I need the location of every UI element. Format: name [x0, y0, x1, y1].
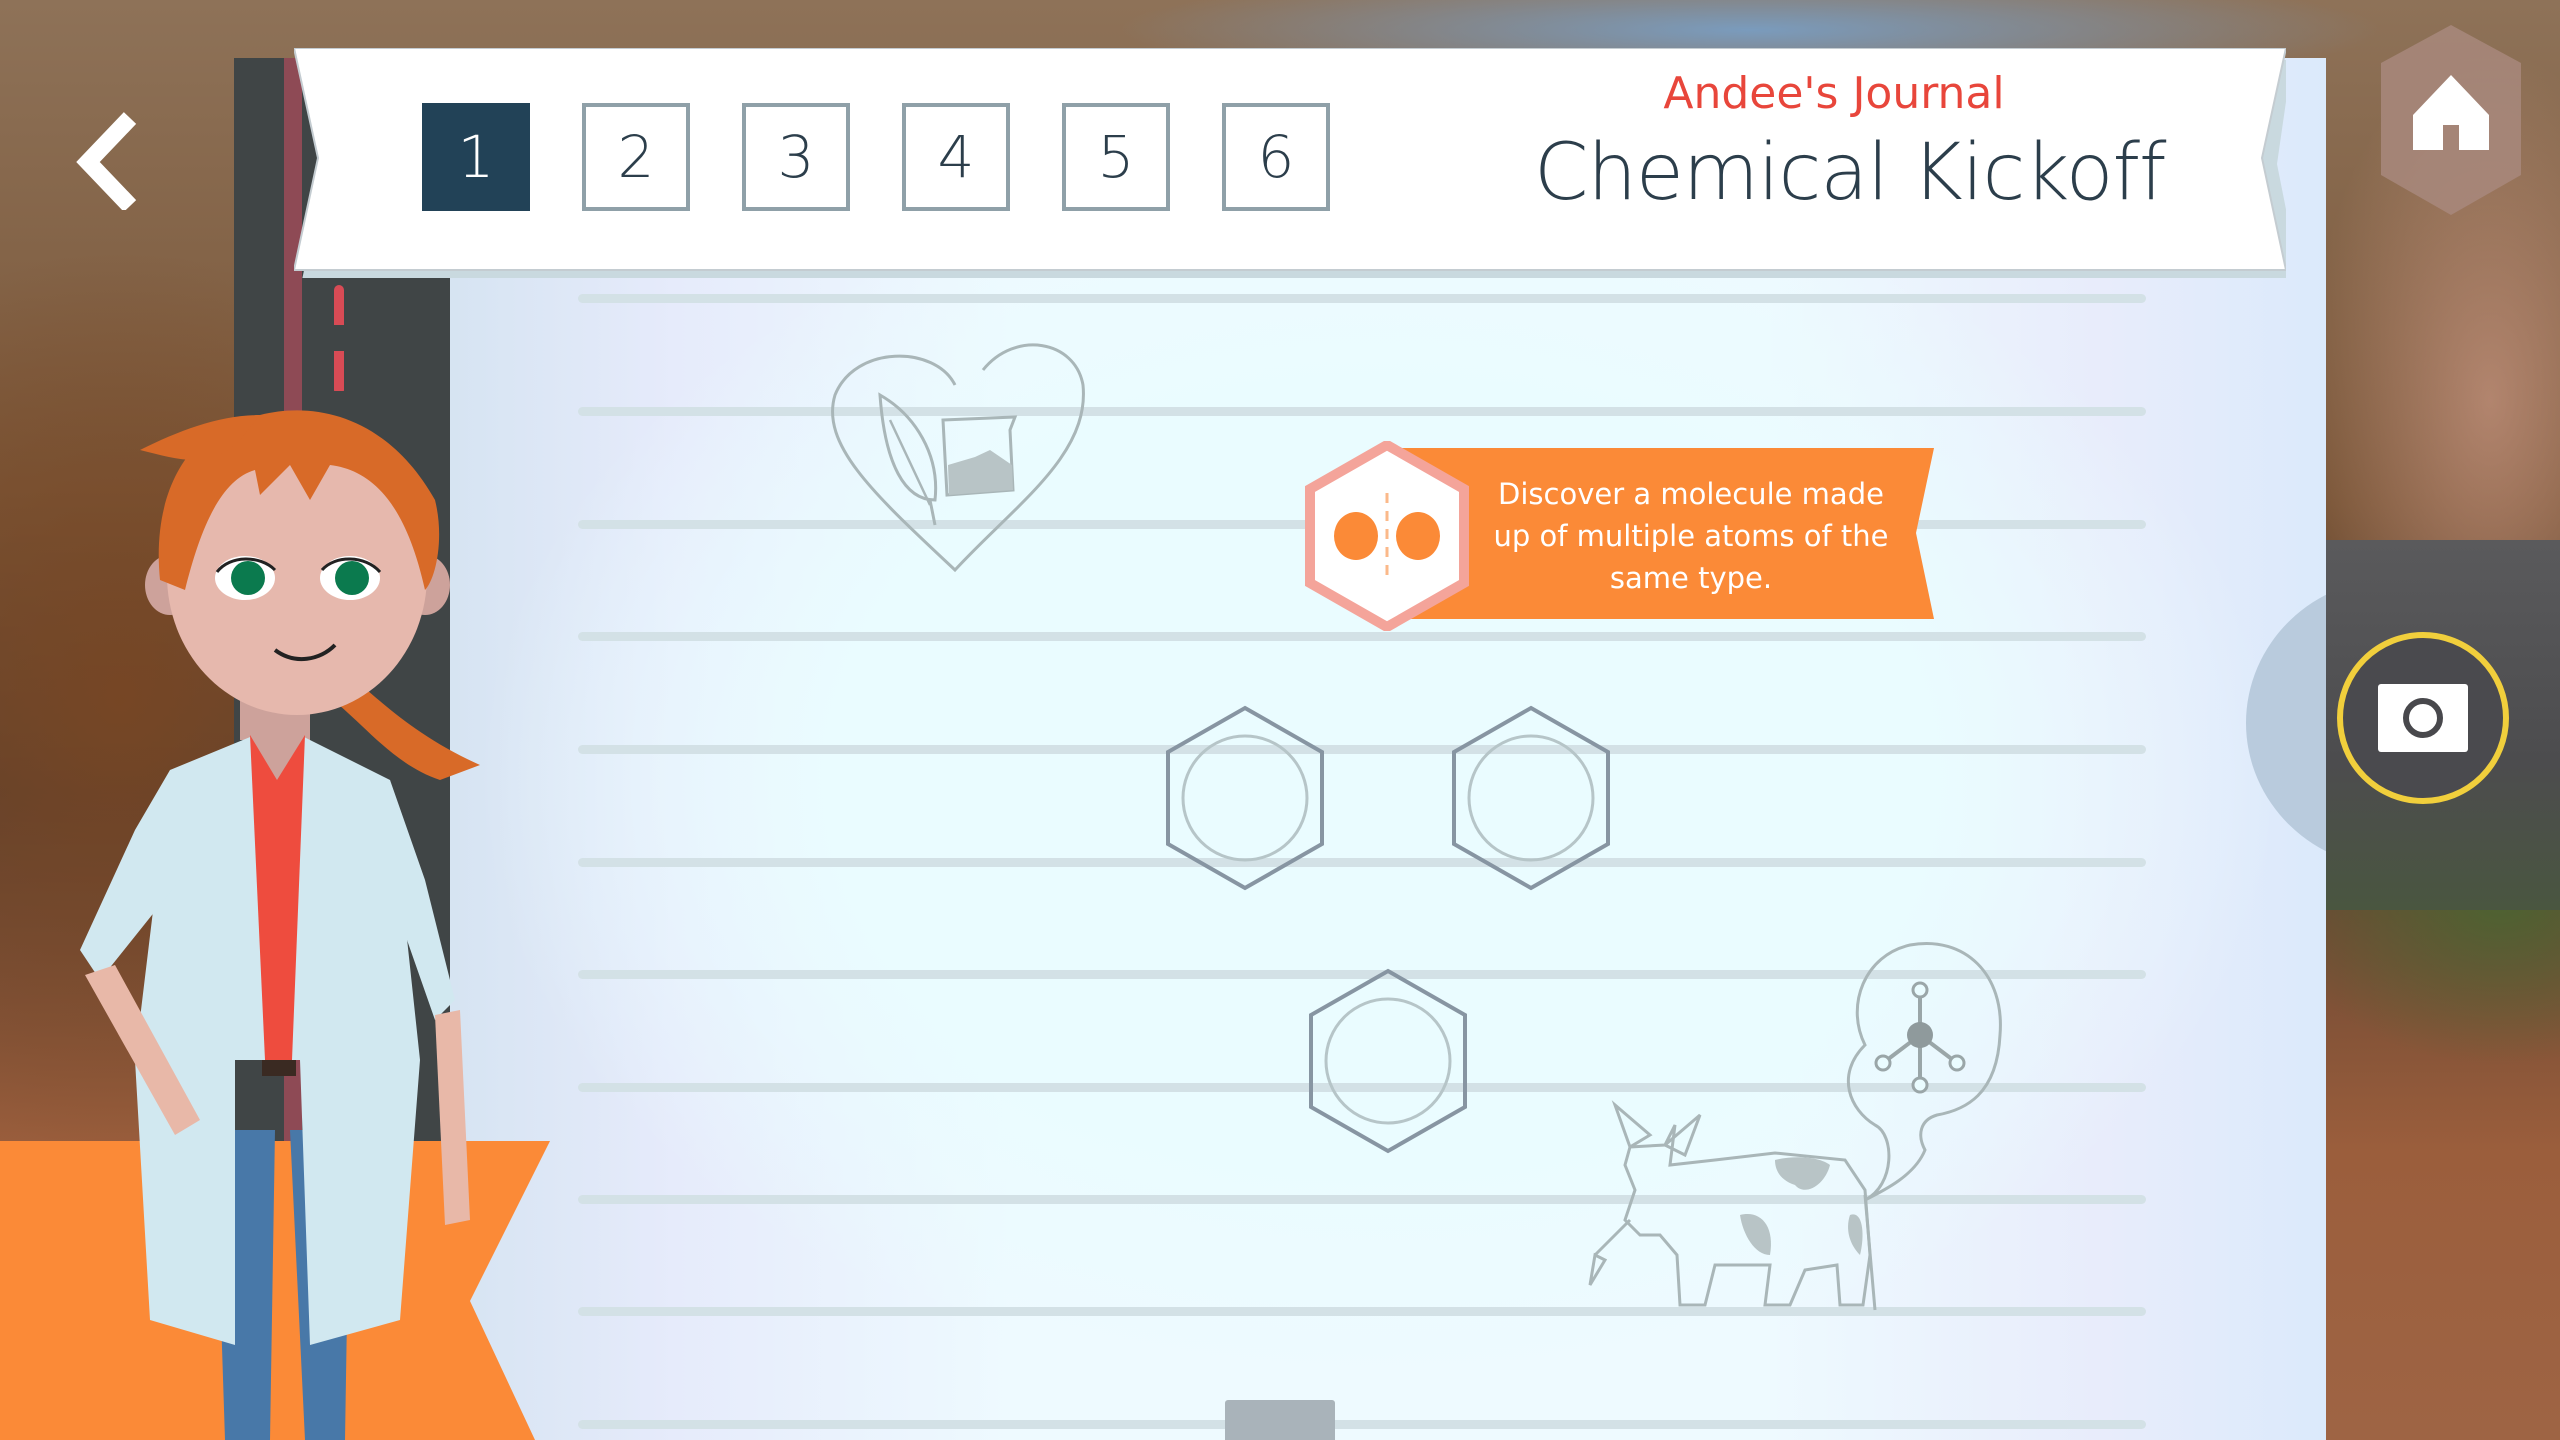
ruled-line	[578, 632, 2146, 641]
home-button[interactable]	[2381, 25, 2521, 215]
heart-leaf-beaker-sketch	[831, 343, 1085, 573]
camera-button[interactable]	[2337, 632, 2509, 804]
ruled-line	[578, 1420, 2146, 1429]
page-tab-2[interactable]: 2	[582, 103, 690, 211]
page-tab-4[interactable]: 4	[902, 103, 1010, 211]
home-icon	[2381, 25, 2521, 215]
journal-owner: Andee's Journal	[1663, 68, 2005, 119]
page-handle[interactable]	[1225, 1400, 1335, 1440]
diatomic-molecule-icon	[1305, 441, 1469, 631]
objective-banner: Discover a molecule made up of multiple …	[1305, 441, 1936, 633]
camera-icon	[2378, 684, 2468, 752]
hexagon-slot-icon	[1166, 705, 1324, 891]
page-tab-5[interactable]: 5	[1062, 103, 1170, 211]
ruled-line	[578, 407, 2146, 416]
ruled-line	[578, 745, 2146, 754]
ruled-line	[578, 294, 2146, 303]
molecule-slot[interactable]	[1450, 705, 1612, 891]
molecule-slot[interactable]	[1307, 968, 1469, 1154]
cow-methane-sketch	[1588, 942, 2002, 1311]
hexagon-slot-icon	[1452, 705, 1610, 891]
objective-text: Discover a molecule made up of multiple …	[1493, 477, 1889, 595]
page-tab-6[interactable]: 6	[1222, 103, 1330, 211]
molecule-slot[interactable]	[1164, 705, 1326, 891]
back-button[interactable]	[70, 110, 160, 212]
hexagon-slot-icon	[1309, 968, 1467, 1154]
page-tab-1[interactable]: 1	[422, 103, 530, 211]
ruled-line	[578, 858, 2146, 867]
andee-character	[80, 410, 480, 1440]
page-title: Chemical Kickoff	[1534, 128, 2166, 218]
header-banner: 1 2 3 4 5 6 Andee's Journal Chemical Kic…	[294, 48, 2286, 278]
page-tab-3[interactable]: 3	[742, 103, 850, 211]
chevron-left-icon	[76, 112, 137, 212]
